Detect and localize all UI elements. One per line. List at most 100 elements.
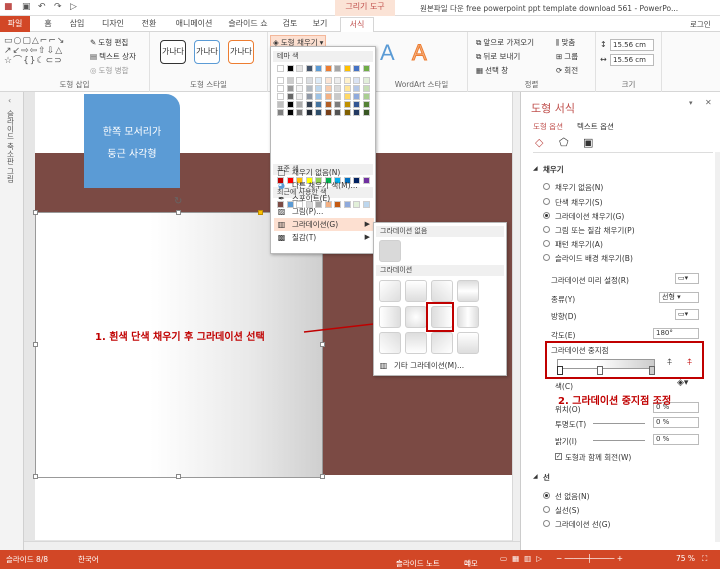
theme-color-swatch[interactable] xyxy=(296,77,303,84)
radio-picture-fill[interactable] xyxy=(543,226,550,233)
theme-color-swatch[interactable] xyxy=(353,77,360,84)
save-icon[interactable]: ▣ xyxy=(22,2,31,12)
theme-color-swatch[interactable] xyxy=(296,101,303,108)
gradient-variant-swatch[interactable] xyxy=(405,280,427,302)
slideshow-icon[interactable]: ▷ xyxy=(70,2,77,12)
radio-no-line[interactable] xyxy=(543,492,550,499)
theme-color-swatch[interactable] xyxy=(286,77,294,84)
theme-color-swatch[interactable] xyxy=(343,101,351,108)
resize-handle[interactable] xyxy=(33,342,38,347)
theme-color-swatch[interactable] xyxy=(324,93,332,100)
radio-solid-line[interactable] xyxy=(543,506,550,513)
resize-handle[interactable] xyxy=(176,474,181,479)
tab-shape-options[interactable]: 도형 옵션 xyxy=(533,121,563,132)
zoom-level[interactable]: 75 % xyxy=(676,554,695,563)
theme-color-swatch[interactable] xyxy=(315,101,322,108)
resize-handle[interactable] xyxy=(176,210,181,215)
language-status[interactable]: 한국어 xyxy=(78,554,99,565)
gradient-variant-swatch[interactable] xyxy=(379,306,401,328)
width-field[interactable]: 15.56 cm xyxy=(610,54,654,66)
theme-color-swatch[interactable] xyxy=(362,65,370,72)
menu-no-fill[interactable]: □ 채우기 없음(N) xyxy=(274,166,374,179)
tab-review[interactable]: 검토 xyxy=(278,17,302,32)
theme-color-swatch[interactable] xyxy=(334,101,341,108)
theme-color-swatch[interactable] xyxy=(277,101,284,108)
merge-shapes-button[interactable]: ◎ 도형 병합 xyxy=(90,65,129,76)
theme-color-swatch[interactable] xyxy=(286,93,294,100)
color-picker-button[interactable]: ◈▾ xyxy=(677,378,688,388)
theme-color-swatch[interactable] xyxy=(353,85,360,92)
theme-color-swatch[interactable] xyxy=(353,93,360,100)
theme-color-swatch[interactable] xyxy=(305,77,313,84)
theme-color-swatch[interactable] xyxy=(286,65,294,72)
menu-more-gradients[interactable]: ▥ 기타 그라데이션(M)... xyxy=(376,359,504,372)
resize-handle[interactable] xyxy=(33,210,38,215)
rotate-button[interactable]: ⟳ 회전 xyxy=(556,65,578,76)
theme-color-swatch[interactable] xyxy=(334,77,341,84)
transparency-slider[interactable] xyxy=(593,423,645,424)
horizontal-scrollbar[interactable] xyxy=(24,541,520,550)
theme-color-swatch[interactable] xyxy=(277,77,284,84)
fit-slide-icon[interactable]: ⛶ xyxy=(702,554,707,564)
radio-gradient-line[interactable] xyxy=(543,520,550,527)
tab-home[interactable]: 홈 xyxy=(38,17,58,32)
zoom-slider[interactable]: − ─────┼───── + xyxy=(556,554,623,563)
rotate-with-shape-checkbox[interactable]: ✓ xyxy=(555,453,562,460)
menu-more-fill-colors[interactable]: ◕ 다른 채우기 색(M)... xyxy=(274,179,374,192)
theme-color-swatch[interactable] xyxy=(277,93,284,100)
theme-color-swatch[interactable] xyxy=(305,109,313,116)
close-icon[interactable]: ✕ xyxy=(705,98,712,107)
theme-color-swatch[interactable] xyxy=(324,65,332,72)
view-buttons[interactable]: ▭▦▥▷ xyxy=(500,554,547,563)
radio-solid-fill[interactable] xyxy=(543,198,550,205)
theme-color-swatch[interactable] xyxy=(343,77,351,84)
theme-color-swatch[interactable] xyxy=(296,65,303,72)
theme-color-swatch[interactable] xyxy=(315,85,322,92)
theme-color-swatch[interactable] xyxy=(277,65,284,72)
theme-color-swatch[interactable] xyxy=(353,109,360,116)
tab-design[interactable]: 디자인 xyxy=(96,17,130,32)
theme-color-swatch[interactable] xyxy=(296,109,303,116)
preset-dropdown[interactable]: ▭▾ xyxy=(675,273,699,284)
menu-eyedropper[interactable]: ✒ 스포이트(E) xyxy=(274,192,374,205)
theme-color-swatch[interactable] xyxy=(324,101,332,108)
gradient-variant-swatch[interactable] xyxy=(457,280,479,302)
theme-color-swatch[interactable] xyxy=(286,101,294,108)
theme-color-swatch[interactable] xyxy=(362,101,370,108)
theme-color-swatch[interactable] xyxy=(343,85,351,92)
theme-color-swatch[interactable] xyxy=(305,65,313,72)
theme-color-swatch[interactable] xyxy=(362,77,370,84)
blue-rounded-corner-shape[interactable]: 한쪽 모서리가 둥근 사각형 xyxy=(84,94,180,188)
rotate-handle-icon[interactable]: ↻ xyxy=(174,196,182,207)
theme-color-swatch[interactable] xyxy=(277,85,284,92)
angle-field[interactable]: 180° xyxy=(653,328,699,339)
group-button[interactable]: ⊞ 그룹 xyxy=(556,51,578,62)
tab-slideshow[interactable]: 슬라이드 쇼 xyxy=(224,17,272,32)
transparency-field[interactable]: 0 % xyxy=(653,417,699,428)
theme-color-swatch[interactable] xyxy=(296,93,303,100)
resize-handle[interactable] xyxy=(33,474,38,479)
shape-style-3[interactable]: 가나다 xyxy=(228,40,254,64)
radio-gradient-fill[interactable] xyxy=(543,212,550,219)
theme-color-swatch[interactable] xyxy=(334,65,341,72)
gradient-variant-swatch[interactable] xyxy=(379,332,401,354)
gradient-variant-swatch[interactable] xyxy=(431,332,453,354)
theme-color-swatch[interactable] xyxy=(362,93,370,100)
brightness-field[interactable]: 0 % xyxy=(653,434,699,445)
theme-color-swatch[interactable] xyxy=(305,85,313,92)
pane-scrollbar[interactable] xyxy=(715,152,720,542)
send-backward-button[interactable]: ⧉ 뒤로 보내기 xyxy=(476,51,520,62)
theme-color-swatch[interactable] xyxy=(324,77,332,84)
theme-color-swatch[interactable] xyxy=(305,93,313,100)
theme-color-swatch[interactable] xyxy=(343,65,351,72)
theme-color-swatch[interactable] xyxy=(362,109,370,116)
theme-color-swatch[interactable] xyxy=(315,77,322,84)
collapse-pane-icon[interactable]: ‹ xyxy=(8,96,11,105)
tab-transitions[interactable]: 전환 xyxy=(136,17,162,32)
tab-format[interactable]: 서식 xyxy=(340,17,374,32)
chevron-down-icon[interactable]: ▾ xyxy=(689,99,693,107)
theme-color-swatch[interactable] xyxy=(315,65,322,72)
tab-insert[interactable]: 삽입 xyxy=(64,17,90,32)
text-box-button[interactable]: ▤ 텍스트 상자 xyxy=(90,51,136,62)
type-dropdown[interactable]: 선형 ▾ xyxy=(659,292,699,303)
